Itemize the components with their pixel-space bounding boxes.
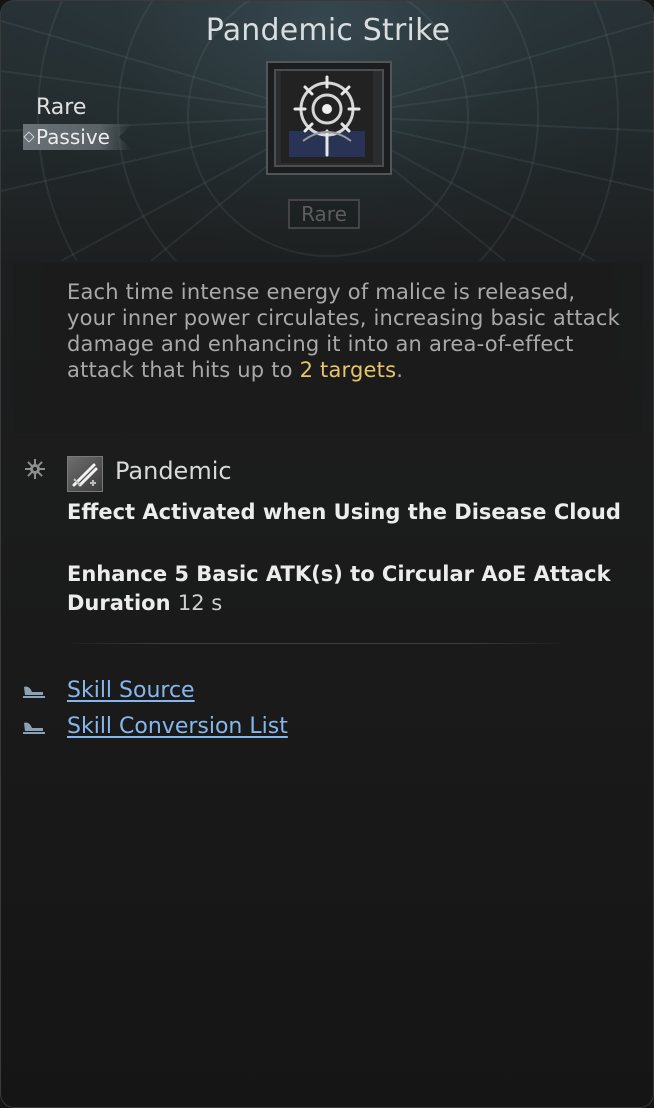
gear-icon (25, 459, 45, 479)
tooltip-header: Pandemic Strike Rare Passive Rare (1, 1, 653, 261)
rarity-label: Rare (36, 95, 87, 120)
description-box: Each time intense energy of malice is re… (13, 263, 643, 433)
spiked-wheel-icon (281, 71, 373, 163)
rarity-badge: Rare (288, 199, 360, 229)
passive-tag: Passive (23, 124, 132, 150)
skill-tooltip-panel: Pandemic Strike Rare Passive Rare Each t… (0, 0, 654, 1108)
skill-description: Each time intense energy of malice is re… (67, 279, 627, 383)
effect-duration: Duration 12 s (67, 589, 637, 618)
effect-condition: Effect Activated when Using the Disease … (67, 500, 621, 524)
passive-tag-label: Passive (36, 125, 110, 149)
section-divider (61, 643, 571, 644)
scroll-icon (23, 722, 45, 734)
description-end: . (396, 358, 404, 382)
skill-conversion-list-link[interactable]: Skill Conversion List (67, 713, 288, 741)
scroll-icon (23, 686, 45, 698)
effect-icon-frame (67, 456, 103, 492)
crossed-swords-icon (72, 463, 98, 487)
skill-source-link[interactable]: Skill Source (67, 677, 195, 705)
skill-title: Pandemic Strike (205, 13, 451, 48)
effect-description: Enhance 5 Basic ATK(s) to Circular AoE A… (67, 562, 611, 586)
description-highlight: 2 targets (299, 358, 397, 382)
effect-name: Pandemic (115, 457, 232, 485)
duration-value: 12 s (177, 591, 223, 615)
diamond-icon (23, 131, 35, 143)
duration-label: Duration (67, 591, 171, 615)
skill-icon-frame (266, 61, 392, 175)
